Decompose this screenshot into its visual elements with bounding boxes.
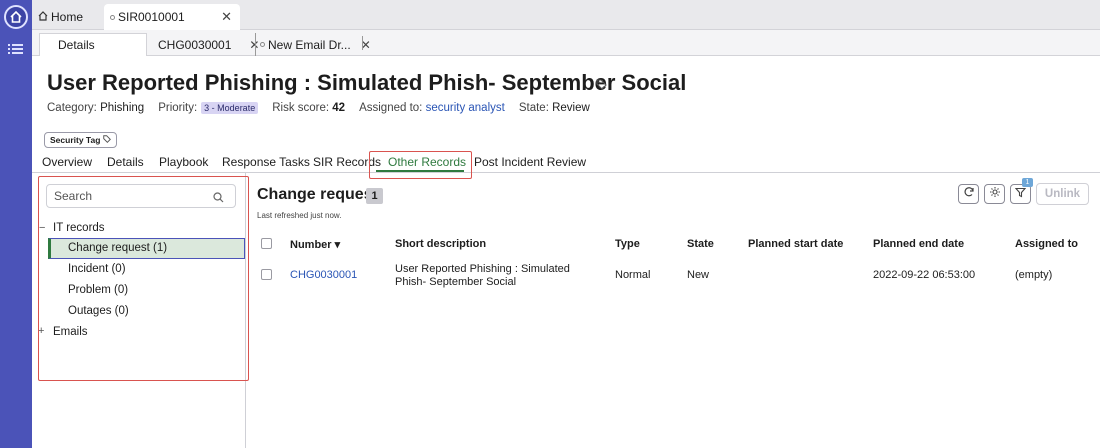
security-tag-chip[interactable]: Security Tag <box>44 132 118 148</box>
tab-home-label: Home <box>51 10 84 24</box>
filter-count-badge: 1 <box>1022 178 1033 187</box>
list-title: Change request <box>257 186 378 203</box>
close-icon[interactable]: ✕ <box>221 9 232 25</box>
category-value: Phishing <box>100 102 145 114</box>
tab-overview[interactable]: Overview <box>42 155 92 169</box>
risk-value: 42 <box>332 102 346 114</box>
state-label: State: <box>518 102 549 114</box>
unlink-button[interactable]: Unlink <box>1036 183 1089 205</box>
record-count-badge: 1 <box>366 188 383 204</box>
row-assigned-to: (empty) <box>1015 269 1053 281</box>
refresh-button[interactable] <box>958 184 979 204</box>
home-icon <box>38 10 48 24</box>
gear-icon <box>989 185 1001 203</box>
subtab-details-label: Details <box>58 38 95 52</box>
row-state: New <box>687 269 710 281</box>
highlight-box-tab <box>369 151 472 179</box>
app-rail <box>0 0 32 448</box>
column-header-planned-start[interactable]: Planned start date <box>748 238 843 250</box>
assigned-label: Assigned to: <box>359 102 423 114</box>
select-all-checkbox[interactable] <box>261 238 272 249</box>
highlight-box-panel <box>38 176 249 381</box>
tab-details[interactable]: Details <box>107 155 144 169</box>
risk-label: Risk score: <box>272 102 330 114</box>
row-short-description-line2: Phish- September Social <box>395 276 517 288</box>
sub-tab-bar: Details CHG0030001 ✕ New Email Dr... ✕ <box>32 30 1100 56</box>
subtab-new-email-draft[interactable]: New Email Dr... ✕ <box>255 33 371 56</box>
last-refreshed-text: Last refreshed just now. <box>257 211 342 220</box>
priority-badge: 3 - Moderate <box>201 102 259 114</box>
status-dot-icon <box>260 42 265 47</box>
page-title: User Reported Phishing : Simulated Phish… <box>47 70 687 95</box>
column-header-number[interactable]: Number ▾ <box>290 238 340 251</box>
row-planned-end: 2022-09-22 06:53:00 <box>873 269 976 281</box>
subtab-chg-label: CHG0030001 <box>158 37 232 52</box>
row-short-description-line1: User Reported Phishing : Simulated <box>395 263 570 275</box>
tab-playbook[interactable]: Playbook <box>159 155 208 169</box>
state-value: Review <box>552 102 590 114</box>
column-header-planned-end[interactable]: Planned end date <box>873 238 964 250</box>
category-label: Category: <box>47 102 97 114</box>
top-tab-bar: Home SIR0010001 ✕ <box>32 0 1100 30</box>
assigned-link[interactable]: security analyst <box>426 102 505 114</box>
filter-button[interactable] <box>1010 184 1031 204</box>
subtab-chg0030001[interactable]: CHG0030001 ✕ <box>158 33 259 56</box>
row-checkbox[interactable] <box>261 269 272 280</box>
row-type: Normal <box>615 269 651 281</box>
tab-post-incident-review[interactable]: Post Incident Review <box>474 155 586 169</box>
home-icon[interactable] <box>4 5 28 29</box>
column-header-type[interactable]: Type <box>615 238 640 250</box>
tab-home[interactable]: Home <box>38 4 83 30</box>
column-header-assigned-to[interactable]: Assigned to <box>1015 238 1078 250</box>
row-number-link[interactable]: CHG0030001 <box>290 269 357 281</box>
column-header-state[interactable]: State <box>687 238 714 250</box>
tab-sir-label: SIR0010001 <box>118 10 185 24</box>
security-tag-label: Security Tag <box>50 135 101 145</box>
tab-response-tasks[interactable]: Response Tasks <box>222 155 310 169</box>
record-meta: Category: Phishing Priority: 3 - Moderat… <box>47 102 590 114</box>
list-icon[interactable] <box>8 42 24 56</box>
tab-divider <box>362 36 363 50</box>
subtab-email-label: New Email Dr... <box>268 37 351 52</box>
record-tabs: Overview Details Playbook Response Tasks… <box>32 150 1100 173</box>
tag-icon <box>103 135 112 145</box>
column-header-short-description[interactable]: Short description <box>395 238 486 250</box>
priority-label: Priority: <box>158 102 198 114</box>
subtab-details[interactable]: Details <box>39 33 147 56</box>
status-dot-icon <box>110 14 115 20</box>
settings-button[interactable] <box>984 184 1005 204</box>
filter-icon <box>1014 185 1027 203</box>
tag-icon[interactable] <box>596 77 607 95</box>
tab-sir0010001[interactable]: SIR0010001 ✕ <box>104 4 240 30</box>
refresh-icon <box>963 185 975 203</box>
